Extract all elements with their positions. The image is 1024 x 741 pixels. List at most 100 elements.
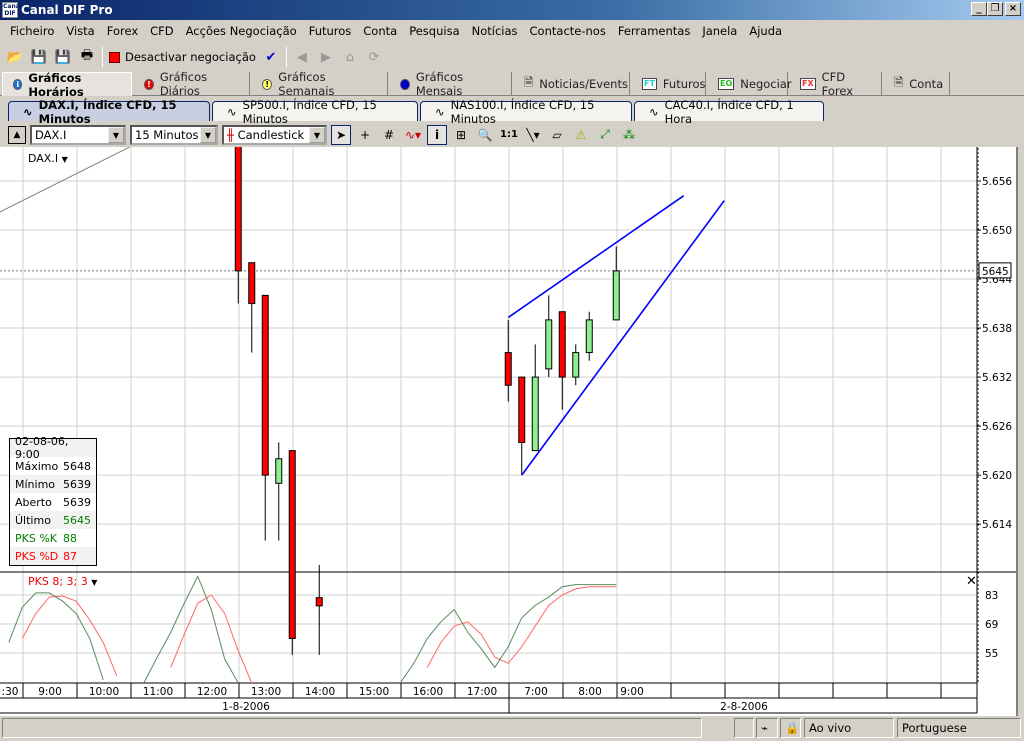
candle-down[interactable] <box>248 262 256 305</box>
measure-tool-icon[interactable]: ⤢ <box>595 125 615 145</box>
zoom-ratio-button[interactable]: 1:1 <box>499 125 519 145</box>
candle-up[interactable] <box>531 376 539 452</box>
crosshair-tool-icon[interactable]: + <box>355 125 375 145</box>
indicator-tool-icon[interactable]: ∿▾ <box>403 125 423 145</box>
menu-item[interactable]: CFD <box>144 24 180 38</box>
price-tick-label: 5.626 <box>982 421 1012 433</box>
menu-item[interactable]: Vista <box>60 24 100 38</box>
zoom-icon[interactable]: 🔍 <box>475 125 495 145</box>
chart-canvas[interactable]: 5.6565.6505.6445.6385.6325.6265.6205.614… <box>0 147 1016 716</box>
oscillator-label[interactable]: PKS 8; 3; 3 ▼ <box>28 575 97 588</box>
main-tab-cfd-forex[interactable]: FX CFD Forex <box>790 70 882 98</box>
main-tab-gr-ficos-mensais[interactable]: Gráficos Mensais <box>390 70 512 98</box>
chart-area[interactable]: 5.656 5.650 5.644 5.638 5.632 5.626 5.620 5.614… <box>0 147 1018 716</box>
candle-up[interactable] <box>545 319 553 370</box>
candle-down[interactable] <box>315 597 323 607</box>
candle-down[interactable] <box>261 294 269 476</box>
chart-tab[interactable]: ∿ NAS100.I, Índice CFD, 15 Minutos <box>420 98 632 126</box>
time-label: 9:00 <box>620 686 644 698</box>
checkmark-icon[interactable]: ✔ <box>262 48 280 66</box>
candle-up[interactable] <box>572 352 580 378</box>
menu-item[interactable]: Ferramentas <box>612 24 696 38</box>
chevron-down-icon: ▼ <box>61 155 68 164</box>
refresh-icon[interactable]: ⟳ <box>365 48 383 66</box>
toolbar-divider <box>102 47 103 67</box>
menu-item[interactable]: Conta <box>357 24 403 38</box>
candle-down[interactable] <box>558 311 566 378</box>
trendline[interactable] <box>507 195 685 319</box>
line-tool-icon[interactable]: ╲▾ <box>523 125 543 145</box>
connection-plug-icon: ⌁ <box>756 718 778 738</box>
add-annotation-icon[interactable]: ⊞ <box>451 125 471 145</box>
main-tab-gr-ficos-di-rios[interactable]: ! Gráficos Diários <box>134 70 250 98</box>
restore-button[interactable]: ❐ <box>987 2 1003 16</box>
menu-item[interactable]: Acções Negociação <box>180 24 303 38</box>
candle-up[interactable] <box>612 270 620 321</box>
candle-down[interactable] <box>518 376 526 443</box>
time-label: 7:00 <box>524 686 548 698</box>
open-folder-icon[interactable]: 📂 <box>6 48 24 66</box>
chart-type-select[interactable]: ╫ Candlestick ▼ <box>222 124 327 145</box>
main-tab-negociar[interactable]: EO Negociar <box>708 72 792 96</box>
save-as-icon[interactable]: 💾 <box>54 48 72 66</box>
eraser-icon[interactable]: ▱ <box>547 125 567 145</box>
symbol-label[interactable]: DAX.I ▼ <box>28 152 68 165</box>
info-tool-icon[interactable]: i <box>427 124 447 145</box>
main-tab-gr-ficos-hor-rios[interactable]: i Gráficos Horários <box>2 71 132 99</box>
chart-tab[interactable]: ∿ CAC40.I, Índice CFD, 1 Hora <box>634 98 824 126</box>
chart-tab[interactable]: ∿ DAX.I, Índice CFD, 15 Minutos <box>8 98 210 126</box>
home-icon[interactable]: ⌂ <box>341 48 359 66</box>
trade-markers-icon[interactable]: ⁂ <box>619 125 639 145</box>
disable-trading-button[interactable]: Desactivar negociação <box>109 50 256 64</box>
forward-arrow-icon[interactable]: ▶ <box>317 48 335 66</box>
pointer-tool-icon[interactable]: ➤ <box>331 124 351 145</box>
dot-blue-icon <box>400 78 410 90</box>
print-icon[interactable]: 🖶 <box>78 48 96 66</box>
menu-item[interactable]: Contacte-nos <box>524 24 612 38</box>
price-tick-label: 5.638 <box>982 323 1012 335</box>
wave-icon: ∿ <box>23 104 33 119</box>
candle-down[interactable] <box>288 450 296 640</box>
data-window-header: 02-08-06, 9:00 <box>10 435 96 461</box>
minimize-button[interactable]: _ <box>971 2 987 16</box>
menu-bar: Ficheiro Vista Forex CFD Acções Negociação Fu… <box>0 20 1024 42</box>
main-tab-futuros[interactable]: FT Futuros <box>632 72 706 96</box>
time-label: 10:00 <box>89 686 119 698</box>
chart-tabs: ∿ DAX.I, Índice CFD, 15 Minutos ∿ SP500.I, … <box>0 98 1024 126</box>
menu-item[interactable]: Futuros <box>303 24 358 38</box>
chart-tab[interactable]: ∿ SP500.I, Índice CFD, 15 Minutos <box>212 98 418 126</box>
data-window-row: PKS %D 87 <box>10 547 96 565</box>
candle-down[interactable] <box>504 352 512 386</box>
save-icon[interactable]: 💾 <box>30 48 48 66</box>
status-bar: ⌁ 🔒 Ao vivo Portuguese <box>0 716 1024 741</box>
main-tab-conta[interactable]: 🗎 Conta <box>884 72 950 96</box>
wave-icon: ∿ <box>227 104 237 119</box>
time-label: :30 <box>2 686 19 698</box>
menu-item[interactable]: Janela <box>696 24 743 38</box>
grid-tool-icon[interactable]: # <box>379 125 399 145</box>
close-oscillator-icon[interactable]: ✕ <box>966 574 977 589</box>
interval-select[interactable]: 15 Minutos ▼ <box>130 124 218 145</box>
close-button[interactable]: × <box>1005 2 1021 16</box>
main-tabs: i Gráficos Horários! Gráficos Diários! Gráf… <box>0 70 1024 99</box>
menu-item[interactable]: Ficheiro <box>4 24 60 38</box>
time-label: 16:00 <box>413 686 443 698</box>
candle-up[interactable] <box>585 319 593 354</box>
alert-tool-icon[interactable]: ⚠ <box>571 125 591 145</box>
back-arrow-icon[interactable]: ◀ <box>293 48 311 66</box>
document-icon: 🗎 <box>524 74 534 89</box>
main-tab-noticias-events[interactable]: 🗎 Noticias/Events <box>514 72 630 96</box>
symbol-select[interactable]: DAX.I ▼ <box>30 124 126 145</box>
wave-icon: ∿ <box>649 104 659 119</box>
menu-item[interactable]: Notícias <box>466 24 524 38</box>
menu-item[interactable]: Ajuda <box>743 24 788 38</box>
time-label: 11:00 <box>143 686 173 698</box>
candle-up[interactable] <box>275 458 283 484</box>
menu-item[interactable]: Forex <box>101 24 144 38</box>
time-label: 12:00 <box>197 686 227 698</box>
candle-down[interactable] <box>234 147 242 272</box>
menu-item[interactable]: Pesquisa <box>403 24 465 38</box>
collapse-up-button[interactable]: ▲ <box>8 125 26 144</box>
main-tab-gr-ficos-semanais[interactable]: ! Gráficos Semanais <box>252 70 388 98</box>
language-status: Portuguese <box>897 718 1021 738</box>
